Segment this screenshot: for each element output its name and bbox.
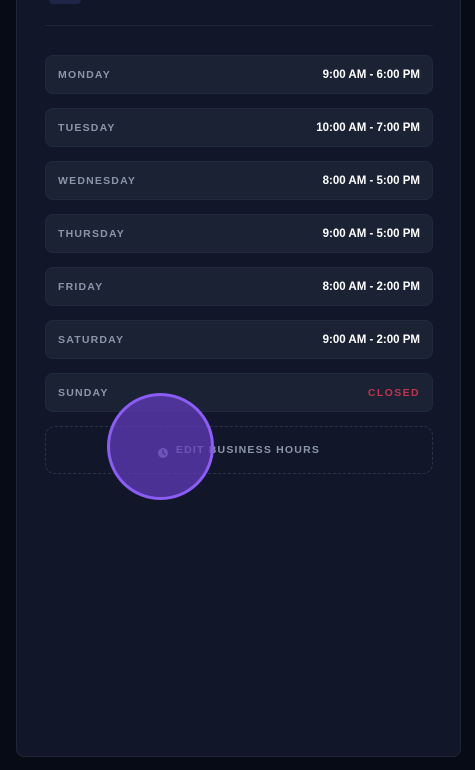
day-row-saturday: SATURDAY 9:00 AM - 2:00 PM bbox=[45, 320, 433, 359]
day-label: THURSDAY bbox=[58, 227, 125, 240]
hours-list: MONDAY 9:00 AM - 6:00 PM TUESDAY 10:00 A… bbox=[45, 55, 433, 426]
day-row-friday: FRIDAY 8:00 AM - 2:00 PM bbox=[45, 267, 433, 306]
day-hours: 9:00 AM - 6:00 PM bbox=[322, 68, 420, 81]
day-row-monday: MONDAY 9:00 AM - 6:00 PM bbox=[45, 55, 433, 94]
divider bbox=[45, 25, 433, 26]
edit-business-hours-button[interactable]: EDIT BUSINESS HOURS bbox=[45, 426, 433, 474]
day-row-wednesday: WEDNESDAY 8:00 AM - 5:00 PM bbox=[45, 161, 433, 200]
day-hours: 9:00 AM - 2:00 PM bbox=[322, 333, 420, 346]
day-label: FRIDAY bbox=[58, 280, 104, 293]
closed-label: CLOSED bbox=[367, 386, 420, 399]
edit-button-label: EDIT BUSINESS HOURS bbox=[175, 444, 321, 456]
day-row-sunday: SUNDAY CLOSED bbox=[45, 373, 433, 412]
day-label: MONDAY bbox=[58, 68, 111, 81]
day-hours: 9:00 AM - 5:00 PM bbox=[322, 227, 420, 240]
day-label: SATURDAY bbox=[58, 333, 125, 346]
day-hours: 10:00 AM - 7:00 PM bbox=[316, 121, 420, 134]
day-row-thursday: THURSDAY 9:00 AM - 5:00 PM bbox=[45, 214, 433, 253]
clock-icon bbox=[157, 445, 168, 458]
day-row-tuesday: TUESDAY 10:00 AM - 7:00 PM bbox=[45, 108, 433, 147]
day-hours: 8:00 AM - 5:00 PM bbox=[322, 174, 420, 187]
day-label: SUNDAY bbox=[58, 386, 109, 399]
day-hours: 8:00 AM - 2:00 PM bbox=[322, 280, 420, 293]
day-label: TUESDAY bbox=[58, 121, 116, 134]
header-badge bbox=[49, 0, 81, 4]
day-label: WEDNESDAY bbox=[58, 174, 137, 187]
